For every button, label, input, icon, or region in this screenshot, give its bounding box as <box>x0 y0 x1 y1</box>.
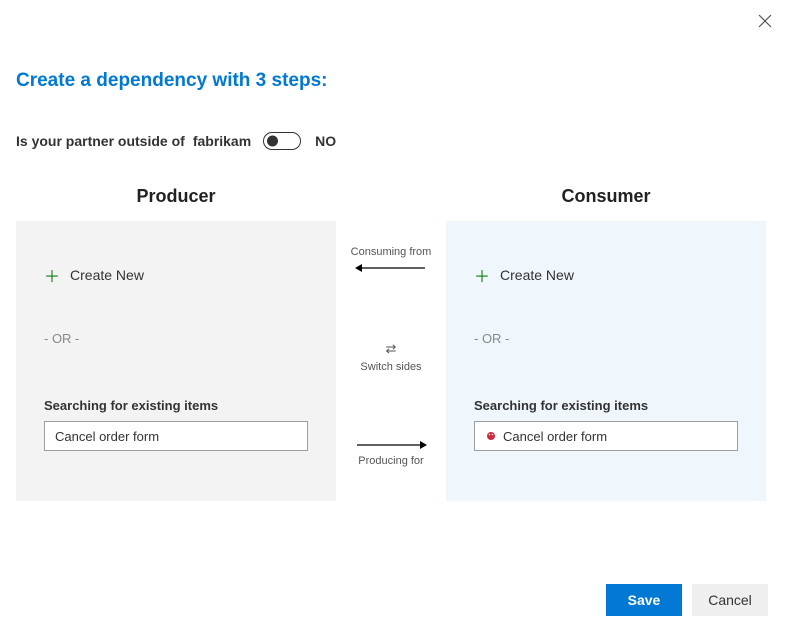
consumer-search-value: Cancel order form <box>503 429 607 444</box>
plus-icon: ＋ <box>474 263 490 287</box>
consumer-create-label: Create New <box>500 267 574 283</box>
consuming-from-label: Consuming from <box>351 246 432 258</box>
partner-question: Is your partner outside of <box>16 133 185 149</box>
producing-for-block: Producing for <box>353 439 429 467</box>
switch-sides-label: Switch sides <box>360 361 421 373</box>
producer-create-new[interactable]: ＋ Create New <box>44 263 308 287</box>
dialog-footer: Save Cancel <box>606 584 768 616</box>
producing-for-label: Producing for <box>358 455 423 467</box>
partner-org: fabrikam <box>193 133 251 149</box>
consumer-column: Consumer ＋ Create New - OR - Searching f… <box>446 186 766 501</box>
consumer-create-new[interactable]: ＋ Create New <box>474 263 738 287</box>
producer-create-label: Create New <box>70 267 144 283</box>
consumer-panel: ＋ Create New - OR - Searching for existi… <box>446 221 766 501</box>
dialog-title: Create a dependency with 3 steps: <box>16 70 774 92</box>
producer-search-label: Searching for existing items <box>44 398 308 413</box>
consuming-from-block: Consuming from <box>351 246 432 274</box>
cancel-button[interactable]: Cancel <box>692 584 768 616</box>
consumer-search-input[interactable]: Cancel order form <box>474 421 738 451</box>
switch-sides-button[interactable]: ⇄ Switch sides <box>360 341 421 373</box>
producer-column: Producer ＋ Create New - OR - Searching f… <box>16 186 336 501</box>
producer-header: Producer <box>16 186 336 207</box>
producer-search-value: Cancel order form <box>55 429 159 444</box>
switch-icon: ⇄ <box>386 341 397 357</box>
producer-panel: ＋ Create New - OR - Searching for existi… <box>16 221 336 501</box>
plus-icon: ＋ <box>44 263 60 287</box>
partner-toggle-row: Is your partner outside of fabrikam NO <box>16 132 774 150</box>
consumer-or-label: - OR - <box>474 331 738 346</box>
save-button[interactable]: Save <box>606 584 682 616</box>
close-icon[interactable] <box>758 14 772 32</box>
producer-or-label: - OR - <box>44 331 308 346</box>
partner-toggle-label: NO <box>315 133 336 149</box>
producer-search-input[interactable]: Cancel order form <box>44 421 308 451</box>
bug-icon <box>485 430 497 442</box>
arrow-right-icon <box>353 439 429 451</box>
arrow-left-icon <box>353 262 429 274</box>
consumer-header: Consumer <box>446 186 766 207</box>
middle-column: Consuming from ⇄ Switch sides Producing … <box>336 186 446 501</box>
consumer-search-label: Searching for existing items <box>474 398 738 413</box>
partner-toggle[interactable] <box>263 132 301 150</box>
